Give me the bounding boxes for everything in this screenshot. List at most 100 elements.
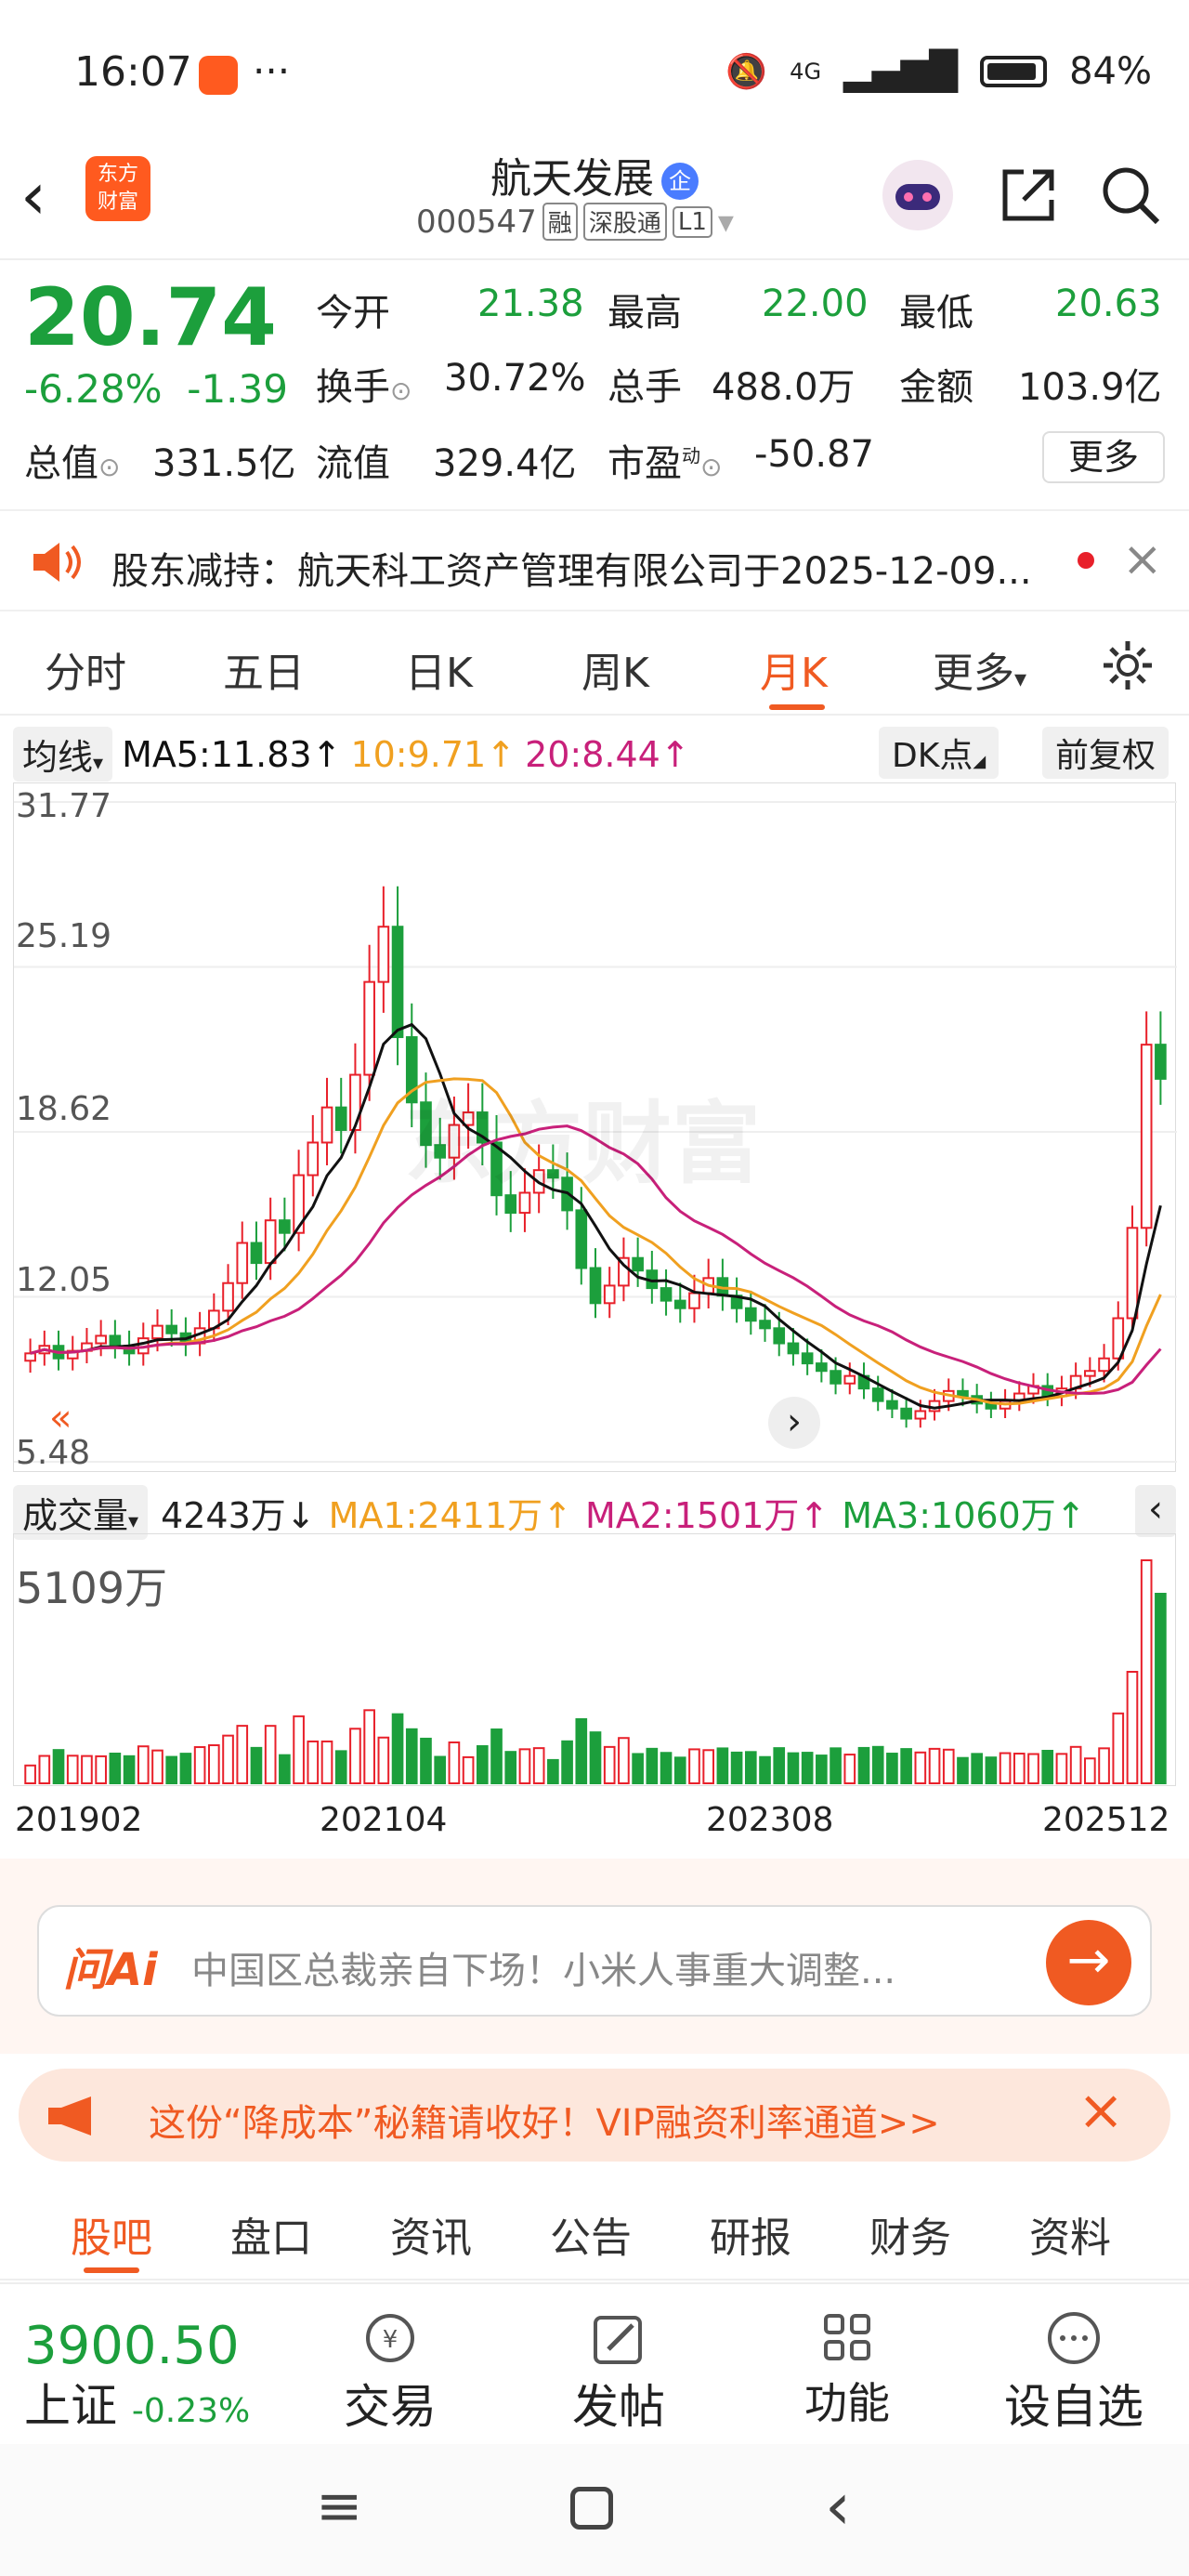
ai-prompt-text: 中国区总裁亲自下场！小米人事重大调整... [191,1950,896,1992]
ai-robot-icon[interactable] [879,156,957,234]
menu-icon[interactable]: ≡ [316,2474,362,2539]
candle-body [1140,1044,1153,1229]
tab-weekly-k[interactable]: 周K [581,639,649,699]
tab-research[interactable]: 研报 [710,2204,791,2264]
add-watchlist-label: 设自选 [1004,2380,1143,2434]
volume-bar [816,1755,828,1785]
tab-more[interactable]: 更多▾ [933,639,1026,699]
volume-svg [24,1559,1167,1785]
tab-forum[interactable]: 股吧 [71,2204,152,2264]
volume-bar [95,1755,107,1785]
volume-bar [561,1740,573,1785]
tab-five-day[interactable]: 五日 [223,639,305,699]
tab-monthly-k[interactable]: 月K [760,639,828,699]
header-actions [879,156,1161,234]
ma20-text: 20:8.44 [525,733,660,775]
info-icon[interactable]: ⊙ [98,452,120,482]
arrow-right-icon[interactable]: → [1046,1920,1131,2005]
settings-gear-icon[interactable] [1100,637,1156,693]
back-nav-icon[interactable]: ‹ [825,2468,851,2544]
scroll-left-icon[interactable]: « [49,1397,72,1439]
volume-max-label: 5109万 [16,1563,168,1613]
quote-panel: 20.74 -6.28% -1.39 今开 21.38 最高 22.00 最低 … [0,260,1189,502]
volume-label: 总手 [608,366,682,409]
y-tick-4: 5.48 [16,1434,91,1472]
volume-bar [222,1734,234,1785]
index-widget[interactable]: 3900.50 上证 -0.23% [24,2316,250,2436]
bottom-action-bar: 3900.50 上证 -0.23% ¥ 交易 发帖 功能 设自选 [0,2282,1189,2440]
volume-bar [391,1713,404,1784]
volume-bar [66,1755,79,1785]
active-tab-indicator [84,2267,139,2273]
volume-bar [942,1748,955,1784]
y-tick-1: 25.19 [16,917,112,955]
volume-chart[interactable]: 5109万 [13,1533,1176,1786]
y-tick-3: 12.05 [16,1261,112,1299]
candle-body [151,1324,163,1340]
volume-bar [377,1736,390,1784]
function-button[interactable]: 功能 [791,2310,903,2431]
high-label: 最高 [608,292,682,335]
close-icon[interactable]: × [1078,2078,1124,2143]
info-icon[interactable]: ⊙ [390,375,412,406]
collapse-left-icon[interactable]: ‹ [1135,1485,1176,1537]
volume-bar [773,1747,786,1784]
volume-bar [900,1748,912,1784]
volume-current: 4243万↓ [161,1495,316,1536]
candle-body [95,1334,107,1345]
corner-arrow-icon: ◢ [973,752,986,771]
volume-bar [1013,1753,1026,1785]
content-tabs: 股吧 盘口 资讯 公告 研报 财务 资料 [0,2180,1189,2280]
kline-chart[interactable]: 东方财富 31.77 25.19 18.62 12.05 5.48 « › [13,782,1177,1472]
dk-label: DK点 [892,737,973,775]
tab-profile[interactable]: 资料 [1029,2204,1111,2264]
shareholder-notice[interactable]: 股东减持：航天科工资产管理有限公司于2025-12-09... × [0,509,1189,611]
adjust-button[interactable]: 前复权 [1042,727,1169,779]
volume-bar [307,1740,320,1784]
grid-apps-icon [824,2314,870,2360]
volume-bar [886,1753,898,1785]
tab-financials[interactable]: 财务 [869,2204,951,2264]
indicator-dropdown[interactable]: 均线▾ [13,727,113,782]
volume-value: 488.0万 [712,366,856,409]
tab-orderbook[interactable]: 盘口 [230,2204,312,2264]
stock-detail-page: 16:07 ··· 🔕 4G ▂▄▆█ 84% ‹ 东方 财富 航天发展企 00… [0,0,1189,2576]
chevron-right-icon[interactable]: › [768,1397,820,1449]
tab-daily-k[interactable]: 日K [405,639,473,699]
volume-bar [462,1755,475,1785]
turnover-label-text: 换手 [316,366,390,409]
volume-bar [632,1753,644,1784]
active-tab-indicator [769,704,825,710]
tab-news[interactable]: 资讯 [390,2204,472,2264]
post-button[interactable]: 发帖 [563,2310,674,2437]
promo-banner[interactable]: 这份“降成本”秘籍请收好！VIP融资利率通道>> × [19,2069,1170,2162]
yuan-exchange-icon: ¥ [366,2314,414,2362]
candle-body [744,1307,757,1322]
info-icon[interactable]: ⊙ [700,452,722,482]
volume-bar [801,1752,814,1784]
tab-intraday[interactable]: 分时 [45,639,126,699]
candle-body [391,926,404,1039]
ai-search-box[interactable]: 问Ai 中国区总裁亲自下场！小米人事重大调整... → [37,1905,1152,2017]
close-icon[interactable]: × [1122,532,1163,587]
more-quote-button[interactable]: 更多 [1042,431,1165,483]
search-icon[interactable] [1100,164,1161,226]
dk-point-button[interactable]: DK点◢ [879,727,1000,779]
stock-code-line[interactable]: 000547 融 深股通 L1 ▾ [416,203,734,241]
volume-dropdown[interactable]: 成交量▾ [13,1485,149,1540]
ma10-value: 10:9.71↑ [350,733,516,775]
tab-announcements[interactable]: 公告 [550,2204,632,2264]
pe-value: -50.87 [754,433,874,476]
amount-label: 金额 [899,366,973,409]
volume-legend: 成交量▾ 4243万↓ MA1:2411万↑ MA2:1501万↑ MA3:10… [13,1485,1086,1540]
home-icon[interactable] [570,2487,613,2530]
vol-ma1: MA1:2411万↑ [328,1495,572,1536]
trade-button[interactable]: ¥ 交易 [334,2310,446,2437]
share-icon[interactable] [998,164,1059,226]
volume-bar [730,1751,743,1784]
candle-body [773,1327,786,1345]
add-watchlist-button[interactable]: 设自选 [990,2310,1157,2437]
vol-ma2: MA2:1501万↑ [584,1495,830,1536]
candle-body [363,980,375,1076]
candle-body [589,1267,602,1305]
